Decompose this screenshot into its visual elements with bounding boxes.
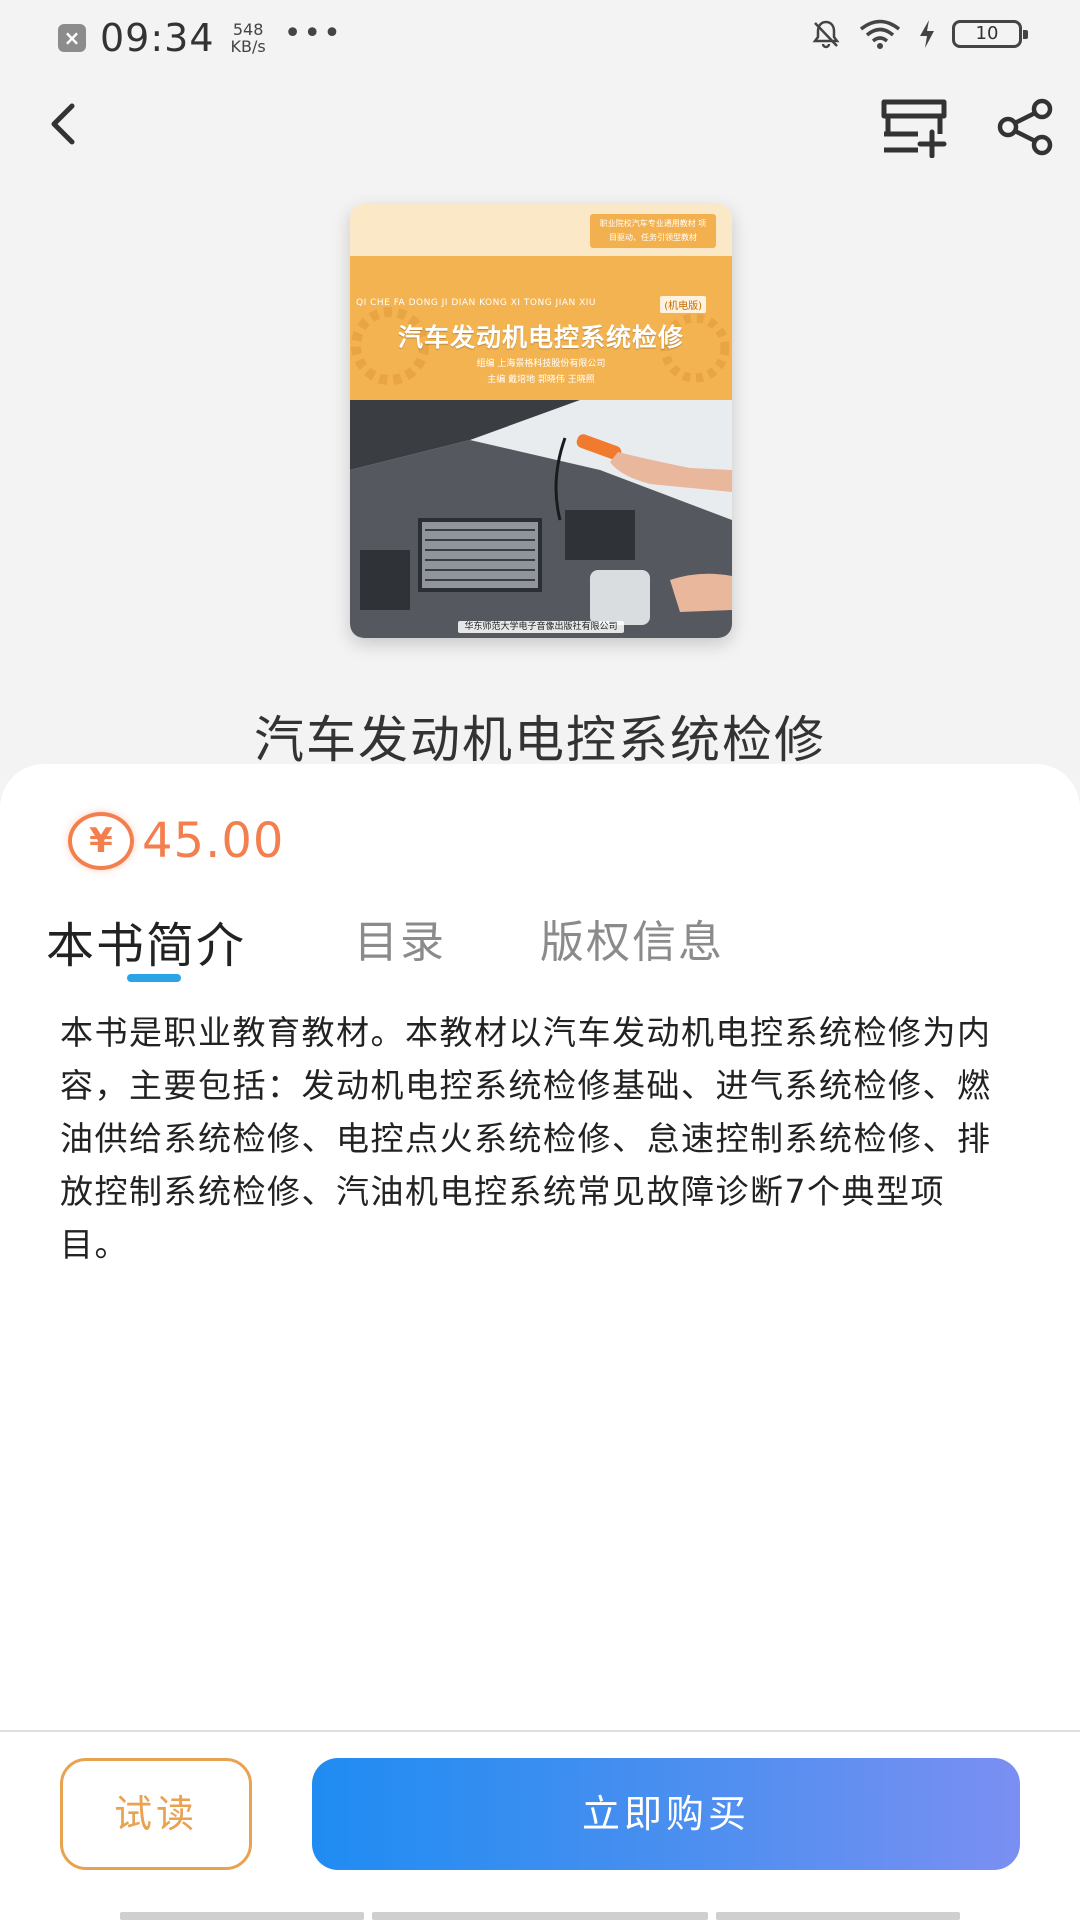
share-icon[interactable] [996, 98, 1056, 156]
buy-now-button[interactable]: 立即购买 [312, 1758, 1020, 1870]
cover-author-line: 主编 戴培地 郭晓伟 王晓照 [487, 375, 595, 385]
wifi-icon [859, 19, 901, 49]
status-bar: × 09:34 548 KB/s ••• 10 [0, 0, 1080, 72]
yuan-icon: ¥ [68, 812, 134, 870]
more-notifications-icon: ••• [283, 15, 343, 51]
tab-introduction[interactable]: 本书简介 [46, 906, 246, 976]
charging-icon [920, 20, 934, 48]
price-row: ¥ 45.00 [68, 812, 284, 870]
battery-icon: 10 [952, 20, 1028, 48]
notification-close-icon: × [58, 24, 86, 52]
cover-edition: (机电版) [660, 296, 706, 313]
active-tab-indicator [127, 974, 181, 982]
cover-editor-line: 组编 上海景格科技股份有限公司 [476, 359, 606, 369]
cover-title: 汽车发动机电控系统检修 [397, 323, 684, 352]
cover-pinyin: QI CHE FA DONG JI DIAN KONG XI TONG JIAN… [356, 298, 597, 308]
nav-indicator-left [120, 1912, 364, 1920]
status-right: 10 [810, 18, 1028, 50]
book-title: 汽车发动机电控系统检修 [254, 711, 826, 769]
cover-publisher-label: 华东师范大学电子音像出版社有限公司 [458, 621, 624, 633]
nav-indicator-right [716, 1912, 960, 1920]
status-left: × 09:34 548 KB/s ••• [58, 16, 343, 60]
cover-engine-photo [350, 400, 732, 638]
mute-bell-icon [812, 20, 840, 49]
status-time: 09:34 [100, 16, 215, 60]
tab-bar: 本书简介 目录 版权信息 [46, 906, 946, 986]
add-to-list-icon[interactable] [878, 96, 950, 158]
tab-copyright[interactable]: 版权信息 [540, 906, 724, 970]
book-description: 本书是职业教育教材。本教材以汽车发动机电控系统检修为内容，主要包括：发动机电控系… [60, 1013, 992, 1264]
cover-title-panel: QI CHE FA DONG JI DIAN KONG XI TONG JIAN… [350, 256, 732, 400]
net-speed: 548 KB/s [231, 21, 266, 55]
cover-series-tag: 职业院校汽车专业通用教材 项目驱动、任务引领型教材 [590, 214, 716, 248]
price-value: 45.00 [142, 813, 285, 869]
bottom-divider [0, 1730, 1080, 1732]
tab-contents[interactable]: 目录 [354, 906, 446, 970]
cover-publisher: 华东师范大学电子音像出版社有限公司 [350, 619, 732, 633]
chevron-left-icon[interactable] [38, 98, 90, 150]
net-speed-value: 548 [232, 20, 264, 39]
trial-read-button[interactable]: 试读 [60, 1758, 252, 1870]
nav-indicator-center [372, 1912, 708, 1920]
book-cover[interactable]: 职业院校汽车专业通用教材 项目驱动、任务引领型教材 QI CHE FA DONG… [350, 204, 732, 638]
net-speed-unit: KB/s [230, 37, 266, 56]
